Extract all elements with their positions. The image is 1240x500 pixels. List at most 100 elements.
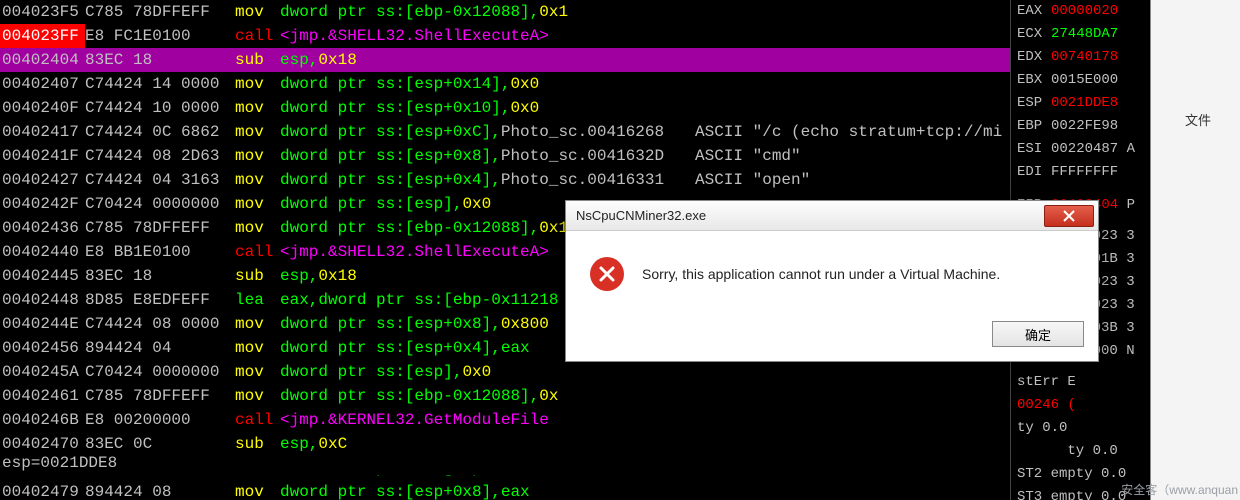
mnemonic: mov <box>235 0 280 24</box>
disasm-row[interactable]: 0040240FC74424 10 0000mov dword ptr ss:[… <box>0 96 1010 120</box>
operands: dword ptr ss:[esp+0x4],Photo_sc.00416331 <box>280 168 664 192</box>
operands: dword ptr ss:[esp+0x10],0x0 <box>280 96 539 120</box>
bytes: E8 FC1E0100 <box>85 24 235 48</box>
reg-row[interactable]: EAX00000020 <box>1017 0 1150 23</box>
operands: dword ptr ss:[esp+0x4],eax <box>280 336 530 360</box>
bytes: C74424 04 3163 <box>85 168 235 192</box>
address: 00402445 <box>0 264 85 288</box>
mnemonic: lea <box>235 288 280 312</box>
dialog-message: Sorry, this application cannot run under… <box>642 266 1000 282</box>
mnemonic: mov <box>235 144 280 168</box>
disasm-row[interactable]: 00402407C74424 14 0000mov dword ptr ss:[… <box>0 72 1010 96</box>
address: 004023F5 <box>0 0 85 24</box>
mnemonic: call <box>235 24 280 48</box>
disasm-row[interactable]: 0040241FC74424 08 2D63mov dword ptr ss:[… <box>0 144 1010 168</box>
address: 00402479 <box>0 480 85 500</box>
disasm-row[interactable]: 004023F5C785 78DFFEFFmov dword ptr ss:[e… <box>0 0 1010 24</box>
error-dialog: NsCpuCNMiner32.exe Sorry, this applicati… <box>565 200 1099 362</box>
address: 00402407 <box>0 72 85 96</box>
mnemonic: mov <box>235 480 280 500</box>
operands: eax,dword ptr ss:[ebp-0x11218 <box>280 288 558 312</box>
mnemonic: mov <box>235 360 280 384</box>
disasm-row[interactable]: 004023FFE8 FC1E0100call <jmp.&SHELL32.Sh… <box>0 24 1010 48</box>
operands: dword ptr ss:[ebp-0x12088],0x1 <box>280 0 568 24</box>
bytes: E8 BB1E0100 <box>85 240 235 264</box>
reg-row[interactable]: ESP0021DDE8 <box>1017 92 1150 115</box>
bytes: C74424 0C 6862 <box>85 120 235 144</box>
watermark: 安全客（www.anquan <box>1121 481 1238 498</box>
address: 0040241F <box>0 144 85 168</box>
reg-row[interactable]: ESI00220487 A <box>1017 138 1150 161</box>
mnemonic: sub <box>235 264 280 288</box>
error-icon <box>590 257 624 291</box>
comment: ASCII "/c (echo stratum+tcp://mi <box>695 120 1002 144</box>
mnemonic: mov <box>235 72 280 96</box>
operands: dword ptr ss:[ebp-0x12088],0x1 <box>280 216 568 240</box>
operands: esp,0x18 <box>280 264 357 288</box>
bytes: C785 78DFFEFF <box>85 384 235 408</box>
disasm-row[interactable]: 0040240483EC 18sub esp,0x18 <box>0 48 1010 72</box>
operands: dword ptr ss:[esp+0x8],0x800 <box>280 312 549 336</box>
address: 00402448 <box>0 288 85 312</box>
bytes: 894424 08 <box>85 480 235 500</box>
dialog-title: NsCpuCNMiner32.exe <box>576 208 1044 223</box>
close-icon <box>1063 210 1075 222</box>
operands: dword ptr ss:[esp+0x8],Photo_sc.0041632D <box>280 144 664 168</box>
operands: esp,0x18 <box>280 48 357 72</box>
extra-row: ty 0.0 <box>1017 440 1150 463</box>
address: 0040240F <box>0 96 85 120</box>
reg-row[interactable]: EDX00740178 <box>1017 46 1150 69</box>
disasm-row[interactable]: 00402427C74424 04 3163mov dword ptr ss:[… <box>0 168 1010 192</box>
bytes: E8 00200000 <box>85 408 235 432</box>
side-label: 文件 <box>1151 0 1240 129</box>
address: 0040244E <box>0 312 85 336</box>
extra-row: 00246 ( <box>1017 394 1150 417</box>
status-bar: esp=0021DDE8 <box>0 451 1010 475</box>
reg-row[interactable]: EDIFFFFFFFF <box>1017 161 1150 184</box>
bytes: C70424 0000000 <box>85 360 235 384</box>
disasm-row[interactable]: 00402417C74424 0C 6862mov dword ptr ss:[… <box>0 120 1010 144</box>
address: 00402436 <box>0 216 85 240</box>
bytes: C785 78DFFEFF <box>85 216 235 240</box>
comment: ASCII "open" <box>695 168 810 192</box>
mnemonic: mov <box>235 120 280 144</box>
address: 00402427 <box>0 168 85 192</box>
operands: dword ptr ss:[ebp-0x12088],0x <box>280 384 558 408</box>
ok-button[interactable]: 确定 <box>992 321 1084 347</box>
operands: dword ptr ss:[esp+0xC],Photo_sc.00416268 <box>280 120 664 144</box>
address: 00402417 <box>0 120 85 144</box>
mnemonic: mov <box>235 312 280 336</box>
mnemonic: mov <box>235 96 280 120</box>
bytes: 83EC 18 <box>85 48 235 72</box>
comment: ASCII "cmd" <box>695 144 801 168</box>
disasm-row[interactable]: 0040245AC70424 0000000mov dword ptr ss:[… <box>0 360 1010 384</box>
close-button[interactable] <box>1044 205 1094 227</box>
mnemonic: mov <box>235 168 280 192</box>
operands: dword ptr ss:[esp],0x0 <box>280 192 491 216</box>
disasm-row[interactable]: 00402479894424 08mov dword ptr ss:[esp+0… <box>0 480 1010 500</box>
mnemonic: call <box>235 408 280 432</box>
mnemonic: call <box>235 240 280 264</box>
address: 00402440 <box>0 240 85 264</box>
bytes: C74424 08 0000 <box>85 312 235 336</box>
mnemonic: mov <box>235 384 280 408</box>
operands: dword ptr ss:[esp+0x8],eax <box>280 480 530 500</box>
reg-row[interactable]: EBX0015E000 <box>1017 69 1150 92</box>
bytes: C785 78DFFEFF <box>85 0 235 24</box>
mnemonic: mov <box>235 192 280 216</box>
operands: dword ptr ss:[esp],0x0 <box>280 360 491 384</box>
extra-row: stErr E <box>1017 371 1150 394</box>
bytes: 83EC 18 <box>85 264 235 288</box>
debugger-window: 004023F5C785 78DFFEFFmov dword ptr ss:[e… <box>0 0 1240 500</box>
extra-row: ty 0.0 <box>1017 417 1150 440</box>
bytes: C74424 14 0000 <box>85 72 235 96</box>
disasm-row[interactable]: 00402461C785 78DFFEFFmov dword ptr ss:[e… <box>0 384 1010 408</box>
dialog-titlebar[interactable]: NsCpuCNMiner32.exe <box>566 201 1098 231</box>
operands: <jmp.&SHELL32.ShellExecuteA> <box>280 24 549 48</box>
side-panel: 文件 <box>1150 0 1240 500</box>
reg-row[interactable]: ECX27448DA7 <box>1017 23 1150 46</box>
address: 0040242F <box>0 192 85 216</box>
disasm-row[interactable]: 0040246BE8 00200000call <jmp.&KERNEL32.G… <box>0 408 1010 432</box>
bytes: 894424 04 <box>85 336 235 360</box>
reg-row[interactable]: EBP0022FE98 <box>1017 115 1150 138</box>
